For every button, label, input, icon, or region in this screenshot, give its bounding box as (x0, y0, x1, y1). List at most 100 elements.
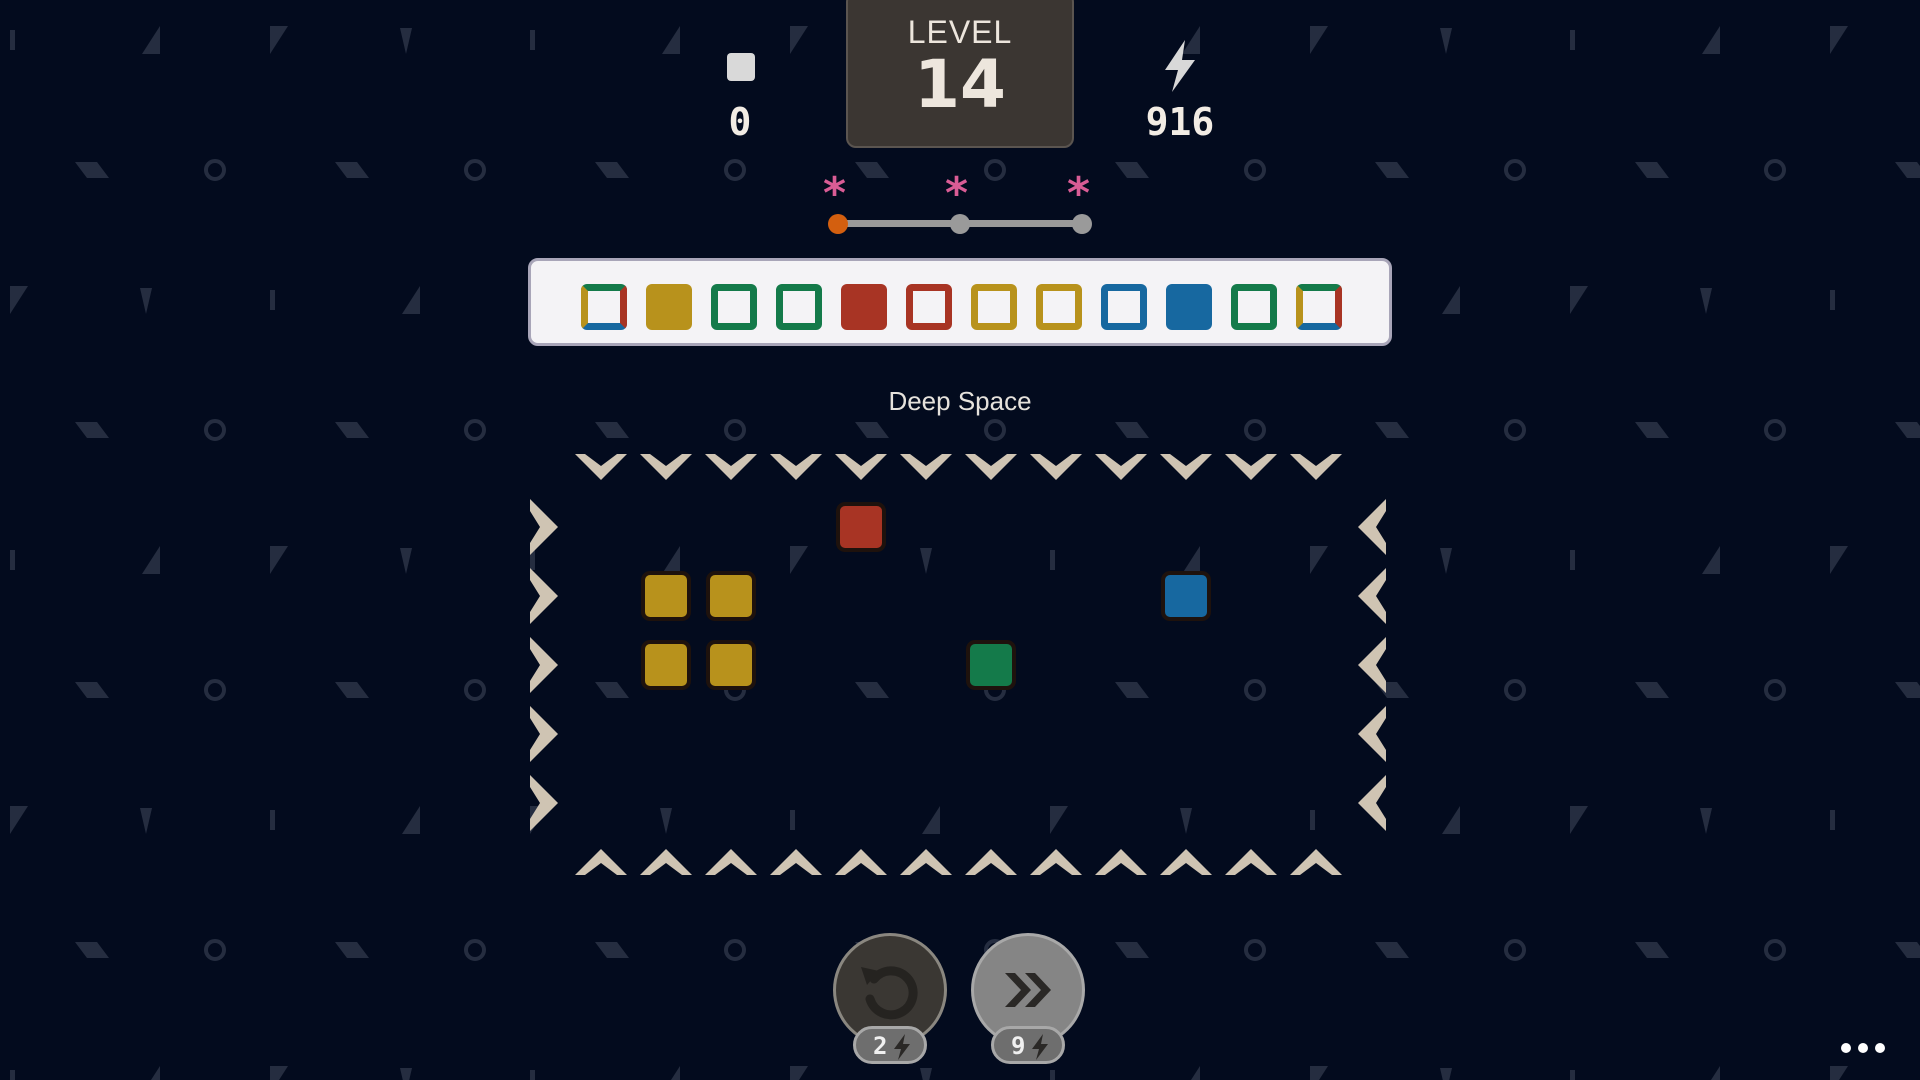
background-shape (1830, 26, 1848, 54)
background-shape (1504, 679, 1526, 701)
background-shape (464, 159, 486, 181)
game-board (520, 440, 1400, 880)
chevron-up-icon[interactable] (705, 849, 757, 875)
background-shape (270, 26, 288, 54)
chevron-left-icon[interactable] (1358, 568, 1386, 624)
chevron-up-icon[interactable] (1095, 849, 1147, 875)
chevron-right-icon[interactable] (530, 499, 558, 555)
chevron-left-icon[interactable] (1358, 637, 1386, 693)
skip-cost: 9 (1011, 1032, 1026, 1060)
background-shape (1764, 419, 1786, 441)
background-shape (140, 288, 152, 314)
chevron-down-icon[interactable] (965, 454, 1017, 480)
background-shape (335, 682, 369, 698)
chevron-down-icon[interactable] (1290, 454, 1342, 480)
chevron-right-icon[interactable] (530, 706, 558, 762)
background-shape (142, 26, 160, 54)
color-block[interactable] (836, 502, 886, 552)
progress-marker (828, 214, 848, 234)
chevron-up-icon[interactable] (1160, 849, 1212, 875)
color-block[interactable] (1161, 571, 1211, 621)
chevron-right-icon[interactable] (530, 568, 558, 624)
background-shape (1440, 28, 1452, 54)
chevron-up-icon[interactable] (965, 849, 1017, 875)
chevron-up-icon[interactable] (575, 849, 627, 875)
background-shape (1895, 942, 1920, 958)
chevron-up-icon[interactable] (640, 849, 692, 875)
chevron-right-icon[interactable] (530, 637, 558, 693)
sequence-tile-outline (971, 284, 1017, 330)
more-dots-icon[interactable] (1838, 1038, 1888, 1058)
background-shape (1764, 159, 1786, 181)
color-block[interactable] (706, 571, 756, 621)
chevron-left-icon[interactable] (1358, 775, 1386, 831)
background-shape (790, 26, 808, 54)
background-shape (1635, 162, 1669, 178)
background-shape (1830, 290, 1835, 310)
background-shape (335, 422, 369, 438)
chevron-down-icon[interactable] (835, 454, 887, 480)
background-shape (984, 159, 1006, 181)
chevron-up-icon[interactable] (1225, 849, 1277, 875)
chevron-up-icon[interactable] (900, 849, 952, 875)
level-indicator: LEVEL 14 (846, 0, 1074, 148)
background-shape (1442, 286, 1460, 314)
chevron-down-icon[interactable] (1030, 454, 1082, 480)
background-shape (270, 1066, 288, 1080)
background-shape (984, 419, 1006, 441)
chevron-down-icon[interactable] (1095, 454, 1147, 480)
background-shape (204, 939, 226, 961)
sequence-tile-filled (646, 284, 692, 330)
chevron-down-icon[interactable] (705, 454, 757, 480)
background-shape (10, 550, 15, 570)
chevron-up-icon[interactable] (1030, 849, 1082, 875)
background-shape (75, 422, 109, 438)
progress-node-2 (950, 214, 970, 234)
background-shape (1115, 422, 1149, 438)
chevron-up-icon[interactable] (835, 849, 887, 875)
square-icon (727, 53, 755, 81)
background-shape (1050, 1070, 1055, 1080)
background-shape (530, 30, 535, 50)
chevron-down-icon[interactable] (640, 454, 692, 480)
background-shape (270, 290, 275, 310)
background-shape (1115, 162, 1149, 178)
chevron-down-icon[interactable] (575, 454, 627, 480)
chevron-up-icon[interactable] (770, 849, 822, 875)
chevron-up-icon[interactable] (1290, 849, 1342, 875)
background-shape (204, 679, 226, 701)
background-shape (1830, 810, 1835, 830)
undo-cost: 2 (873, 1032, 888, 1060)
background-shape (1191, 1066, 1200, 1080)
background-shape (1244, 939, 1266, 961)
level-name: Deep Space (888, 386, 1032, 416)
background-shape (1764, 679, 1786, 701)
chevron-down-icon[interactable] (900, 454, 952, 480)
background-shape (1700, 808, 1712, 834)
color-block[interactable] (706, 640, 756, 690)
chevron-down-icon[interactable] (1160, 454, 1212, 480)
background-shape (464, 419, 486, 441)
color-block[interactable] (641, 640, 691, 690)
background-shape (75, 162, 109, 178)
chevron-right-icon[interactable] (530, 775, 558, 831)
background-shape (402, 286, 420, 314)
background-shape (1700, 288, 1712, 314)
background-shape (1635, 942, 1669, 958)
background-shape (464, 679, 486, 701)
background-shape (1635, 682, 1669, 698)
background-shape (1570, 1070, 1575, 1080)
color-block[interactable] (966, 640, 1016, 690)
background-shape (10, 286, 28, 314)
energy-counter: 916 (1145, 100, 1215, 144)
background-shape (724, 159, 746, 181)
moves-counter: 0 (728, 100, 752, 144)
background-shape (595, 422, 629, 438)
chevron-down-icon[interactable] (770, 454, 822, 480)
chevron-down-icon[interactable] (1225, 454, 1277, 480)
sequence-tile-filled (841, 284, 887, 330)
chevron-left-icon[interactable] (1358, 706, 1386, 762)
level-number: 14 (914, 46, 1006, 123)
chevron-left-icon[interactable] (1358, 499, 1386, 555)
color-block[interactable] (641, 571, 691, 621)
